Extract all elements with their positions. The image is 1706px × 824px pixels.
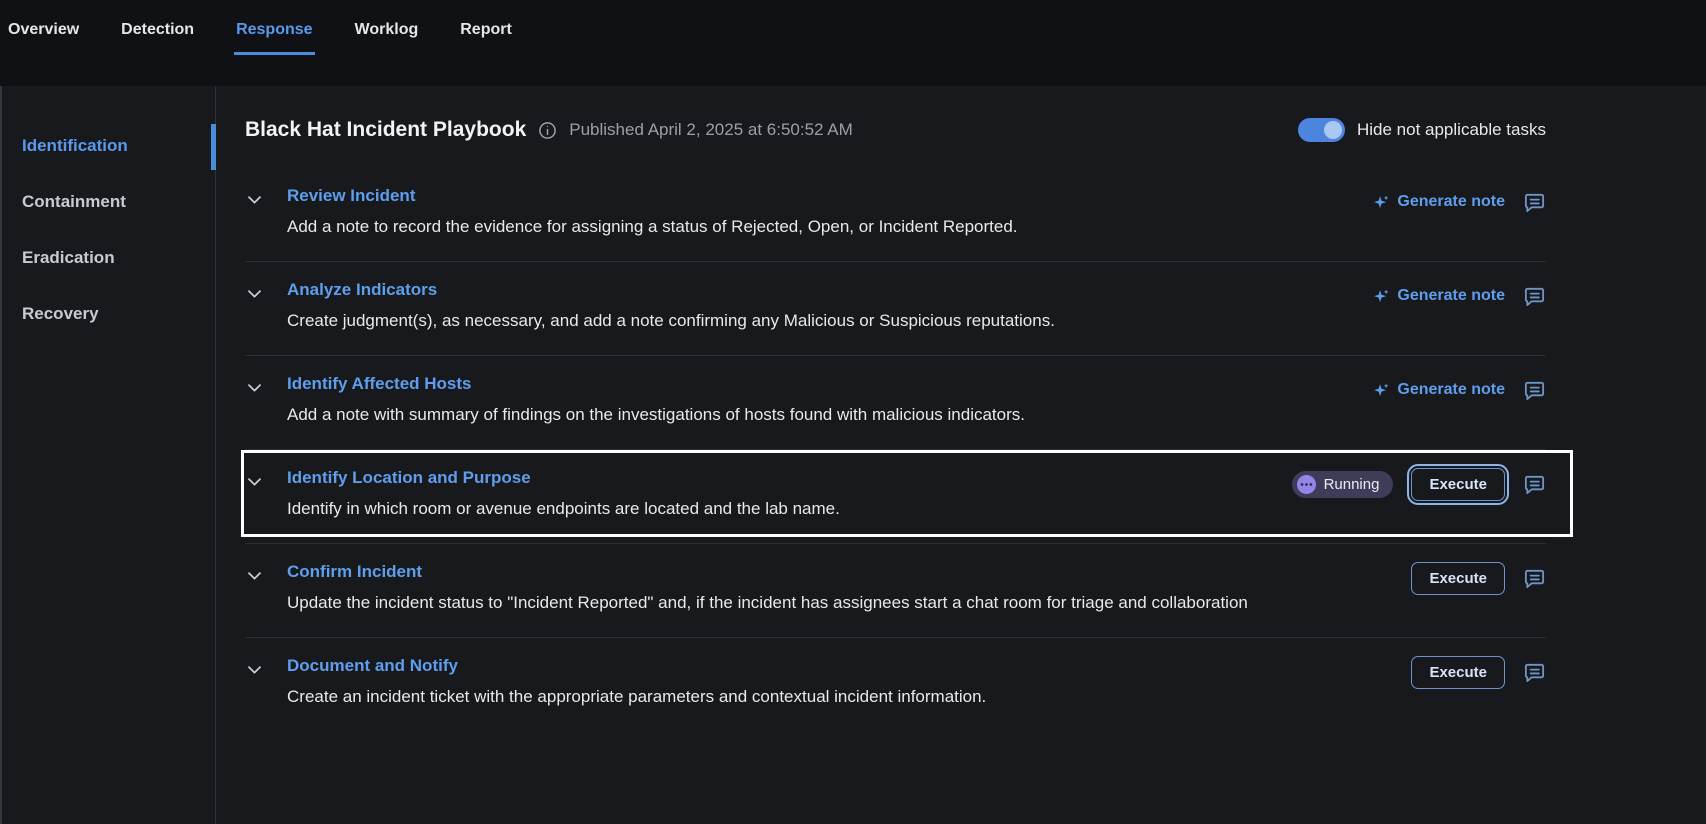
generate-note-button[interactable]: Generate note [1373, 381, 1505, 399]
generate-note-label: Generate note [1397, 193, 1505, 211]
expand-chevron[interactable] [245, 656, 287, 707]
task-row-highlighted: Identify Location and Purpose Identify i… [245, 450, 1546, 544]
generate-note-label: Generate note [1397, 287, 1505, 305]
task-description: Create an incident ticket with the appro… [287, 687, 1381, 707]
task-row: Analyze Indicators Create judgment(s), a… [245, 262, 1546, 356]
task-description: Update the incident status to "Incident … [287, 593, 1381, 613]
sparkle-icon [1373, 194, 1390, 211]
sparkle-icon [1373, 288, 1390, 305]
comment-icon[interactable] [1523, 285, 1546, 308]
main-panel: Identification Containment Eradication R… [0, 86, 1706, 824]
task-description: Create judgment(s), as necessary, and ad… [287, 311, 1343, 331]
published-timestamp: Published April 2, 2025 at 6:50:52 AM [569, 120, 853, 140]
generate-note-button[interactable]: Generate note [1373, 287, 1505, 305]
task-description: Add a note to record the evidence for as… [287, 217, 1343, 237]
sidebar-item-label: Identification [22, 136, 128, 155]
task-title[interactable]: Identify Location and Purpose [287, 468, 1262, 488]
expand-chevron[interactable] [245, 280, 287, 331]
tab-overview[interactable]: Overview [6, 0, 81, 55]
sidebar-item-containment[interactable]: Containment [2, 174, 215, 230]
hide-tasks-toggle[interactable] [1298, 118, 1345, 142]
toggle-label: Hide not applicable tasks [1357, 120, 1546, 140]
tab-worklog[interactable]: Worklog [353, 0, 421, 55]
sidebar-item-label: Containment [22, 192, 126, 211]
playbook-header: Black Hat Incident Playbook Published Ap… [245, 118, 1546, 142]
execute-button[interactable]: Execute [1411, 468, 1505, 501]
execute-button[interactable]: Execute [1411, 562, 1505, 595]
playbook-content: Black Hat Incident Playbook Published Ap… [216, 86, 1706, 824]
expand-chevron[interactable] [245, 186, 287, 237]
task-title[interactable]: Analyze Indicators [287, 280, 1343, 300]
tab-report[interactable]: Report [458, 0, 514, 55]
comment-icon[interactable] [1523, 191, 1546, 214]
info-icon[interactable] [538, 121, 557, 140]
task-row: Review Incident Add a note to record the… [245, 168, 1546, 262]
sidebar-item-eradication[interactable]: Eradication [2, 230, 215, 286]
comment-icon[interactable] [1523, 567, 1546, 590]
task-title[interactable]: Document and Notify [287, 656, 1381, 676]
comment-icon[interactable] [1523, 379, 1546, 402]
expand-chevron[interactable] [245, 374, 287, 425]
task-title[interactable]: Identify Affected Hosts [287, 374, 1343, 394]
task-row: Confirm Incident Update the incident sta… [245, 544, 1546, 638]
tab-response[interactable]: Response [234, 0, 314, 55]
expand-chevron[interactable] [245, 468, 287, 519]
task-row: Identify Affected Hosts Add a note with … [245, 356, 1546, 450]
sidebar-item-identification[interactable]: Identification [2, 118, 215, 174]
running-dots-icon [1297, 475, 1316, 494]
task-title[interactable]: Review Incident [287, 186, 1343, 206]
tab-detection[interactable]: Detection [119, 0, 196, 55]
active-phase-indicator [211, 124, 216, 170]
running-status-badge: Running [1292, 471, 1394, 498]
sidebar-item-recovery[interactable]: Recovery [2, 286, 215, 342]
execute-button[interactable]: Execute [1411, 656, 1505, 689]
task-description: Add a note with summary of findings on t… [287, 405, 1343, 425]
task-row: Document and Notify Create an incident t… [245, 638, 1546, 731]
comment-icon[interactable] [1523, 661, 1546, 684]
generate-note-label: Generate note [1397, 381, 1505, 399]
expand-chevron[interactable] [245, 562, 287, 613]
task-title[interactable]: Confirm Incident [287, 562, 1381, 582]
phase-sidebar: Identification Containment Eradication R… [2, 86, 216, 824]
running-label: Running [1324, 476, 1380, 493]
generate-note-button[interactable]: Generate note [1373, 193, 1505, 211]
comment-icon[interactable] [1523, 473, 1546, 496]
sidebar-item-label: Eradication [22, 248, 115, 267]
sparkle-icon [1373, 382, 1390, 399]
task-description: Identify in which room or avenue endpoin… [287, 499, 1262, 519]
sidebar-item-label: Recovery [22, 304, 99, 323]
top-navigation: Overview Detection Response Worklog Repo… [0, 0, 1706, 86]
toggle-knob [1324, 121, 1342, 139]
playbook-title: Black Hat Incident Playbook [245, 118, 526, 142]
